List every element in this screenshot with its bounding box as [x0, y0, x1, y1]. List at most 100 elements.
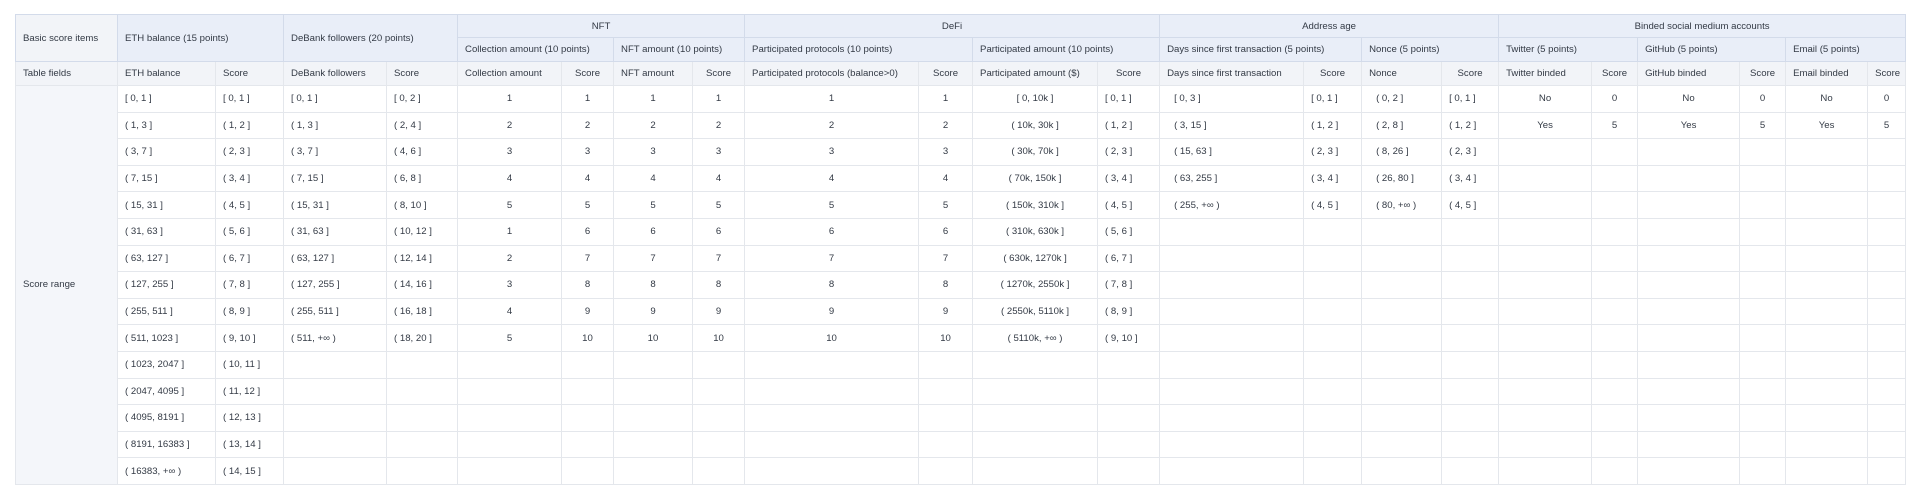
table-cell: [1785, 191, 1869, 219]
table-cell: ( 2047, 4095 ]: [117, 377, 216, 406]
table-cell: [1785, 138, 1869, 166]
table-cell: [ 0, 1 ]: [1441, 85, 1500, 113]
table-cell: ( 15, 63 ]: [1159, 138, 1305, 166]
table-cell: [1303, 457, 1363, 485]
table-cell: [692, 430, 746, 459]
table-cell: [561, 377, 615, 406]
table-cell: [972, 377, 1099, 406]
field-header-cell: Collection amount: [457, 61, 563, 86]
table-cell: [744, 457, 920, 485]
table-row: ( 3, 7 ]( 2, 3 ]( 3, 7 ]( 4, 6 ] 3 3 3 3 3 3( …: [16, 138, 1907, 166]
table-cell: [972, 350, 1099, 379]
table-cell: ( 14, 16 ]: [386, 271, 459, 299]
table-cell: ( 8, 9 ]: [214, 297, 285, 326]
table-cell: [1303, 297, 1363, 326]
table-cell: [1785, 350, 1869, 379]
table-cell: [1785, 217, 1869, 246]
table-cell: [1591, 244, 1639, 273]
table-cell: ( 10, 11 ]: [214, 350, 285, 379]
field-header-cell: NFT amount: [613, 61, 694, 86]
table-cell: [283, 404, 388, 432]
table-cell: [1591, 324, 1639, 352]
table-cell: ( 127, 255 ]: [283, 271, 388, 299]
table-cell: ( 15, 31 ]: [283, 191, 388, 219]
table-cell: [1097, 457, 1161, 485]
table-cell: 5: [1591, 111, 1639, 140]
header-collection-amount: Collection amount (10 points): [457, 37, 615, 62]
table-cell: ( 11, 12 ]: [214, 377, 285, 406]
score-table: Basic score items ETH balance (15 points…: [15, 14, 1907, 485]
table-cell: ( 7, 15 ]: [117, 164, 216, 193]
table-cell: ( 63, 127 ]: [117, 244, 216, 273]
table-fields-row: Table fields ETH balance Score DeBank foll…: [15, 61, 1907, 86]
table-cell: [972, 404, 1099, 432]
table-cell: [1303, 350, 1363, 379]
table-cell: ( 1270k, 2550k ]: [972, 271, 1099, 299]
table-cell: ( 63, 255 ]: [1159, 164, 1305, 193]
table-cell: 10: [561, 324, 615, 352]
table-cell: [1867, 377, 1907, 406]
table-cell: [1361, 457, 1443, 485]
table-cell: [918, 404, 974, 432]
table-cell: 0: [1591, 85, 1639, 113]
table-cell: 4: [918, 164, 974, 193]
table-cell: [457, 430, 563, 459]
table-cell: 2: [561, 111, 615, 140]
table-cell: ( 6, 7 ]: [1097, 244, 1161, 273]
table-cell: [1637, 430, 1741, 459]
table-cell: ( 4, 5 ]: [1303, 191, 1363, 219]
table-cell: [692, 377, 746, 406]
table-cell: [1303, 404, 1363, 432]
table-cell: 3: [561, 138, 615, 166]
table-cell: [386, 350, 459, 379]
table-cell: 7: [744, 244, 920, 273]
header-row-1: Basic score items ETH balance (15 points…: [15, 14, 1907, 62]
table-cell: 5: [692, 191, 746, 219]
field-header-cell: Participated amount ($): [972, 61, 1099, 86]
table-cell: [1785, 244, 1869, 273]
table-cell: [1303, 324, 1363, 352]
table-cell: 4: [613, 164, 694, 193]
table-cell: ( 2, 3 ]: [1441, 138, 1500, 166]
table-cell: 3: [692, 138, 746, 166]
table-row: ( 8191, 16383 ]( 13, 14 ]: [16, 430, 1907, 459]
table-cell: [1159, 324, 1305, 352]
table-cell: ( 2, 3 ]: [1097, 138, 1161, 166]
field-header-cell: Twitter binded: [1498, 61, 1593, 86]
table-cell: [1498, 191, 1593, 219]
field-header-cell: Score: [1097, 61, 1161, 86]
table-cell: [ 0, 2 ]: [386, 85, 459, 113]
table-cell: 3: [457, 271, 563, 299]
field-header-cell: Score: [918, 61, 974, 86]
table-cell: [1637, 350, 1741, 379]
field-header-cell: Nonce: [1361, 61, 1443, 86]
table-cell: 10: [744, 324, 920, 352]
table-cell: [1498, 404, 1593, 432]
table-cell: ( 255, 511 ]: [283, 297, 388, 326]
table-cell: ( 80, +∞ ): [1361, 191, 1443, 219]
table-cell: [561, 350, 615, 379]
table-cell: [1303, 430, 1363, 459]
table-cell: ( 9, 10 ]: [1097, 324, 1161, 352]
table-cell: 8: [613, 271, 694, 299]
table-cell: [1739, 430, 1787, 459]
table-cell: [457, 404, 563, 432]
table-cell: [1159, 404, 1305, 432]
table-cell: [1867, 430, 1907, 459]
table-cell: [386, 457, 459, 485]
table-cell: [1159, 217, 1305, 246]
table-cell: 5: [457, 324, 563, 352]
table-cell: [1361, 297, 1443, 326]
table-row: ( 63, 127 ]( 6, 7 ]( 63, 127 ]( 12, 14 ]…: [16, 244, 1907, 273]
table-cell: 5: [918, 191, 974, 219]
table-cell: ( 1, 2 ]: [1097, 111, 1161, 140]
table-cell: [1867, 324, 1907, 352]
table-cell: [613, 404, 694, 432]
table-cell: [1361, 430, 1443, 459]
table-cell: ( 8, 26 ]: [1361, 138, 1443, 166]
table-cell: [1637, 377, 1741, 406]
table-row: ( 1023, 2047 ]( 10, 11 ]: [16, 350, 1907, 379]
table-cell: [561, 457, 615, 485]
table-cell: 2: [613, 111, 694, 140]
table-cell: 1: [692, 85, 746, 113]
